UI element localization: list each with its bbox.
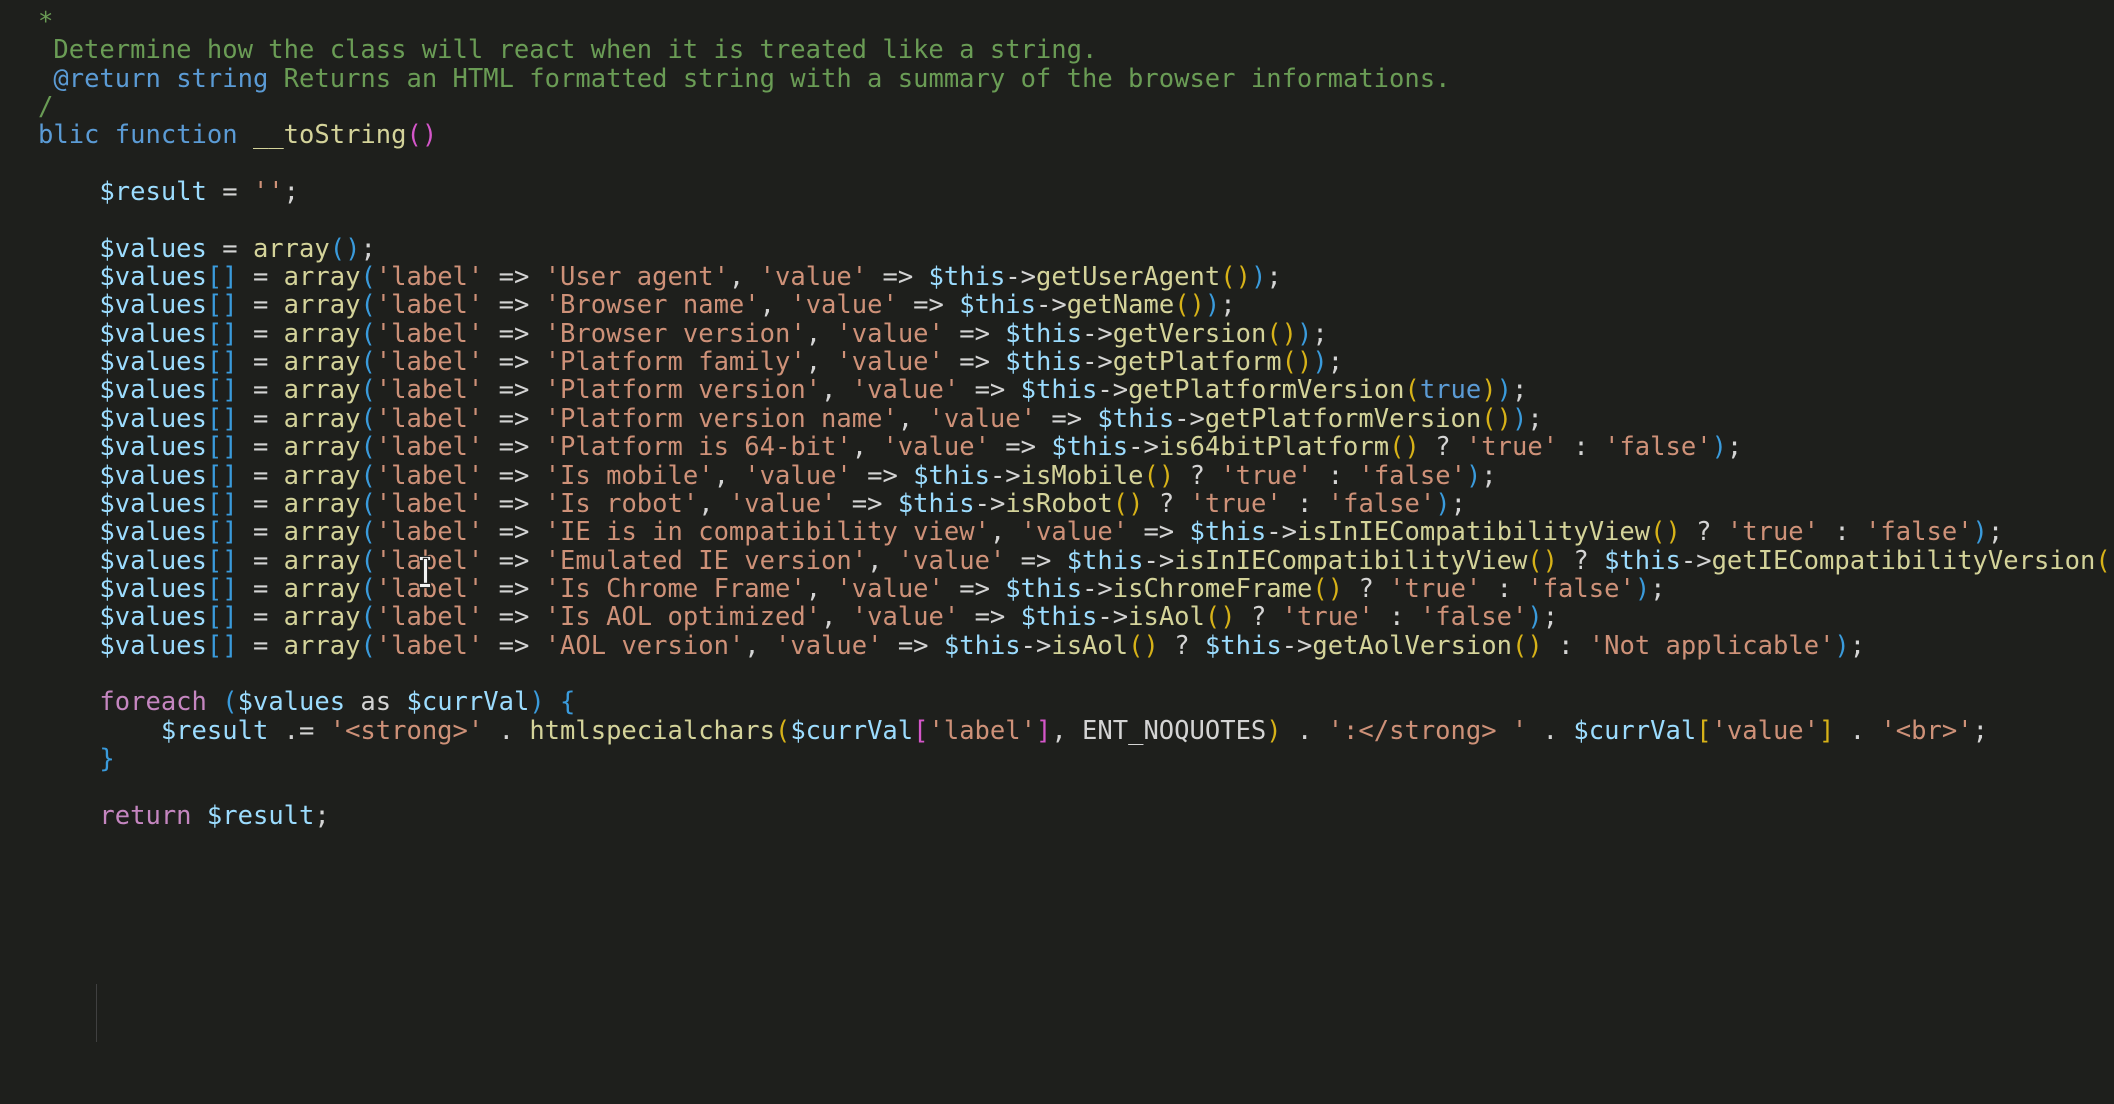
code-line[interactable] — [0, 150, 2114, 178]
indent-guide — [96, 984, 98, 1042]
code-line[interactable]: $values[] = array('label' => 'Is robot',… — [0, 490, 2114, 518]
code-line[interactable]: foreach ($values as $currVal) { — [0, 688, 2114, 716]
code-line[interactable]: $values[] = array('label' => 'Is Chrome … — [0, 575, 2114, 603]
code-line[interactable]: blic function __toString() — [0, 121, 2114, 149]
code-line[interactable]: $result = ''; — [0, 178, 2114, 206]
code-line[interactable]: $values[] = array('label' => 'Is mobile'… — [0, 461, 2114, 490]
code-line[interactable]: @return string Returns an HTML formatted… — [0, 65, 2114, 93]
code-line[interactable]: $values[] = array('label' => 'Platform f… — [0, 348, 2114, 376]
code-line[interactable]: } — [0, 745, 2114, 773]
code-line[interactable]: $values[] = array('label' => 'IE is in c… — [0, 518, 2114, 546]
code-line[interactable] — [0, 206, 2114, 234]
code-content[interactable]: * Determine how the class will react whe… — [0, 8, 2114, 830]
code-line[interactable]: * — [0, 8, 2114, 36]
code-line[interactable]: return $result; — [0, 801, 2114, 830]
code-line[interactable]: $values[] = array('label' => 'Platform v… — [0, 376, 2114, 404]
code-line[interactable]: $values = array(); — [0, 235, 2114, 263]
code-line[interactable]: $values[] = array('label' => 'Browser ve… — [0, 320, 2114, 348]
code-line[interactable] — [0, 773, 2114, 801]
code-line[interactable]: $values[] = array('label' => 'AOL versio… — [0, 631, 2114, 660]
code-line[interactable]: $values[] = array('label' => 'Is AOL opt… — [0, 603, 2114, 631]
code-line[interactable]: $values[] = array('label' => 'Platform v… — [0, 405, 2114, 433]
code-line[interactable]: $result .= '<strong>' . htmlspecialchars… — [0, 716, 2114, 745]
code-line[interactable]: $values[] = array('label' => 'Emulated I… — [0, 546, 2114, 575]
code-editor[interactable]: * Determine how the class will react whe… — [0, 0, 2114, 1104]
code-line[interactable]: $values[] = array('label' => 'Platform i… — [0, 433, 2114, 461]
code-line[interactable]: / — [0, 93, 2114, 121]
code-line[interactable]: Determine how the class will react when … — [0, 36, 2114, 64]
code-line[interactable] — [0, 660, 2114, 688]
code-line[interactable]: $values[] = array('label' => 'Browser na… — [0, 291, 2114, 319]
code-line[interactable]: $values[] = array('label' => 'User agent… — [0, 263, 2114, 291]
